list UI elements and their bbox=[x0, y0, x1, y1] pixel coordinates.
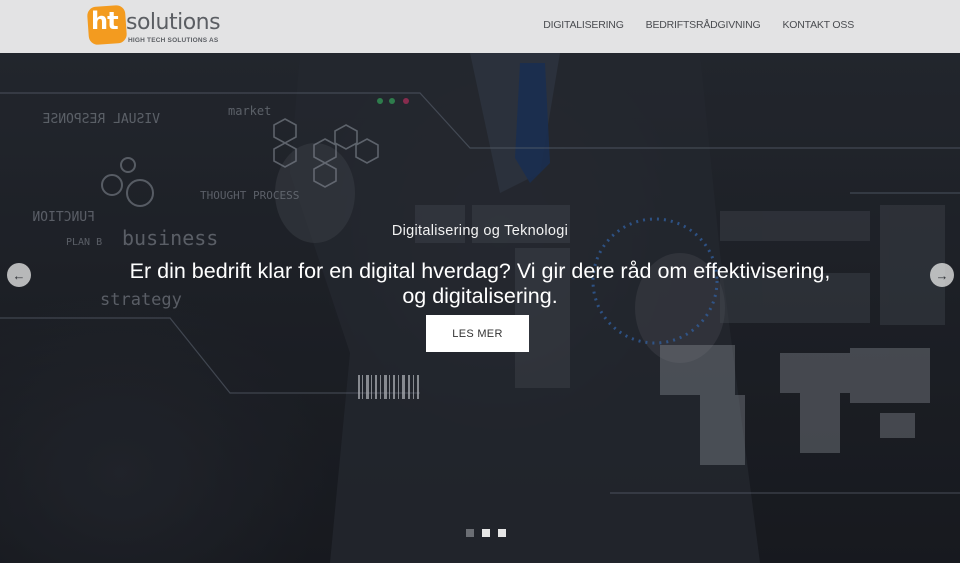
hero-headline-line1: Er din bedrift klar for en digital hverd… bbox=[129, 259, 831, 283]
arrow-left-icon: ← bbox=[12, 267, 26, 283]
hero-subtitle: Digitalisering og Teknologi bbox=[391, 223, 569, 239]
slider-prev-button[interactable]: ← bbox=[7, 263, 31, 287]
slider-dot-1[interactable] bbox=[466, 529, 474, 537]
nav-item-kontakt-oss[interactable]: KONTAKT OSS bbox=[782, 19, 854, 31]
hero-slider: VISUAL RESPONSE market THOUGHT PROCESS F… bbox=[0, 53, 960, 563]
nav-item-digitalisering[interactable]: DIGITALISERING bbox=[543, 19, 624, 31]
logo-tagline: HIGH TECH SOLUTIONS AS bbox=[128, 37, 219, 44]
logo-badge-text: ht bbox=[91, 7, 119, 35]
slider-next-button[interactable]: → bbox=[930, 263, 954, 287]
nav-item-bedriftsradgivning[interactable]: BEDRIFTSRÅDGIVNING bbox=[646, 19, 761, 31]
site-logo[interactable]: ht solutions HIGH TECH SOLUTIONS AS bbox=[86, 4, 228, 47]
site-header: ht solutions HIGH TECH SOLUTIONS AS DIGI… bbox=[0, 0, 960, 53]
page: ht solutions HIGH TECH SOLUTIONS AS DIGI… bbox=[0, 0, 960, 563]
slider-dot-3[interactable] bbox=[498, 529, 506, 537]
slider-dot-2[interactable] bbox=[482, 529, 490, 537]
arrow-right-icon: → bbox=[935, 267, 949, 283]
main-nav: DIGITALISERING BEDRIFTSRÅDGIVNING KONTAK… bbox=[543, 19, 854, 31]
logo-wordmark: solutions bbox=[126, 10, 221, 35]
hero-headline: Er din bedrift klar for en digital hverd… bbox=[90, 259, 870, 309]
les-mer-button[interactable]: LES MER bbox=[426, 315, 529, 352]
hero-headline-line2: og digitalisering. bbox=[402, 284, 558, 308]
slider-pagination bbox=[466, 529, 506, 537]
